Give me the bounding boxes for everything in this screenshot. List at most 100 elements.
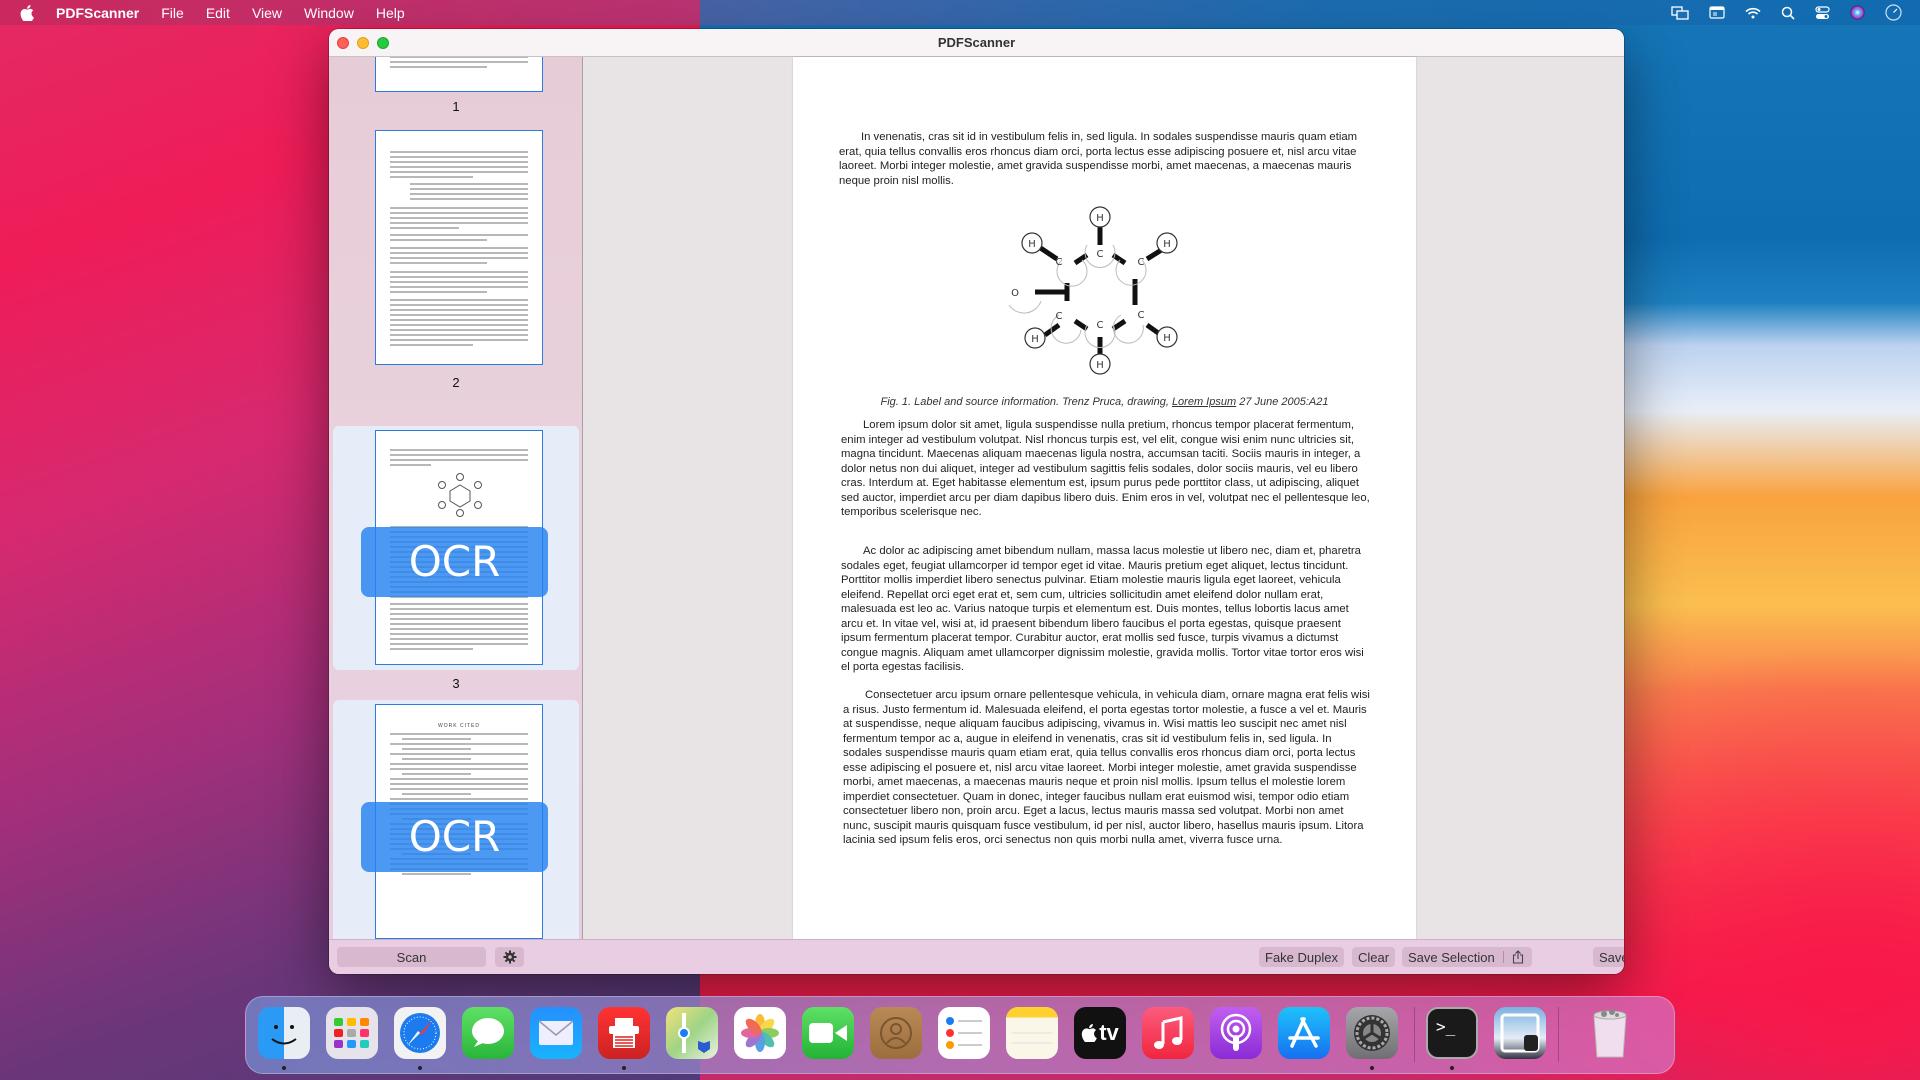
terminal-prompt-icon: >_	[1436, 1017, 1456, 1036]
save-button[interactable]: Save	[1593, 947, 1624, 967]
message-bubble-icon	[472, 1018, 504, 1047]
app-store-icon	[1288, 1017, 1320, 1048]
running-indicator	[282, 1066, 286, 1070]
paragraph-4: Consectetuer arcu ipsum ornare pellentes…	[843, 689, 1370, 846]
scan-button[interactable]: Scan	[337, 947, 486, 967]
menu-view[interactable]: View	[252, 5, 282, 21]
atom-label-h: H	[1028, 239, 1036, 250]
page-number: 3	[452, 676, 460, 691]
thumbnail-image	[375, 130, 543, 365]
menu-edit[interactable]: Edit	[206, 5, 230, 21]
apple-menu-icon[interactable]	[20, 4, 36, 21]
dock-system-preferences[interactable]	[1346, 1007, 1398, 1059]
atom-label-c: C	[1097, 249, 1104, 260]
thumbnail-molecule-figure	[438, 473, 482, 517]
thumbnail-page-1[interactable]: 1	[333, 57, 579, 117]
thumbnail-page-2[interactable]: 2	[333, 127, 579, 407]
menu-app-name[interactable]: PDFScanner	[56, 5, 139, 21]
paragraph-3: Ac dolor ac adipiscing amet bibendum nul…	[841, 545, 1364, 673]
thumbnail-page-3[interactable]: OCR 3	[333, 426, 579, 691]
scanner-icon	[609, 1018, 639, 1048]
fake-duplex-button[interactable]: Fake Duplex	[1259, 947, 1344, 967]
save-selection-label[interactable]: Save Selection	[1408, 950, 1495, 965]
page-thumbnail-sidebar[interactable]: 1 2 OCR 3 WORK CITED OCR	[329, 57, 583, 939]
dock-app-store[interactable]	[1278, 1007, 1330, 1059]
atom-label-h: H	[1096, 213, 1104, 224]
siri-icon[interactable]	[1850, 5, 1865, 20]
input-source-icon[interactable]	[1709, 6, 1725, 19]
dock-terminal[interactable]: >_	[1426, 1007, 1478, 1059]
dock-podcasts[interactable]	[1210, 1007, 1262, 1059]
dock-finder[interactable]	[258, 1007, 310, 1059]
dock-pdfscanner[interactable]	[598, 1007, 650, 1059]
page-number: 1	[452, 99, 460, 114]
dock-facetime[interactable]	[802, 1007, 854, 1059]
dock-maps[interactable]	[666, 1007, 718, 1059]
menu-help[interactable]: Help	[376, 5, 405, 21]
dock-safari[interactable]	[394, 1007, 446, 1059]
clear-button[interactable]: Clear	[1352, 947, 1396, 967]
thumbnail-page-4[interactable]: WORK CITED OCR 4	[333, 700, 579, 939]
control-center-icon[interactable]	[1815, 5, 1830, 20]
running-indicator	[1450, 1066, 1454, 1070]
atom-label-c: C	[1138, 257, 1145, 268]
caption-text: Fig. 1. Label and source information. Tr…	[880, 396, 1172, 408]
atom-label-c: C	[1138, 310, 1145, 321]
atom-label-h: H	[1031, 334, 1039, 345]
dock-trash[interactable]	[1584, 1007, 1636, 1059]
envelope-icon	[538, 1020, 574, 1045]
thumbnail-heading: WORK CITED	[438, 723, 480, 729]
ocr-badge: OCR	[361, 802, 548, 872]
dock-messages[interactable]	[462, 1007, 514, 1059]
bottom-toolbar: Scan Fake Duplex Clear Save Selection Sa…	[329, 939, 1624, 974]
document-view[interactable]: In venenatis, cras sit id in vestibulum …	[584, 57, 1624, 939]
save-selection-button[interactable]: Save Selection	[1402, 947, 1532, 967]
dock-notes[interactable]	[1006, 1007, 1058, 1059]
finder-icon	[271, 1025, 297, 1045]
title-bar[interactable]: PDFScanner	[329, 29, 1624, 57]
atom-label-c: C	[1056, 311, 1063, 322]
dock-preview[interactable]	[1494, 1007, 1546, 1059]
atom-label-h: H	[1163, 333, 1171, 344]
dock-launchpad[interactable]	[326, 1007, 378, 1059]
settings-button[interactable]	[495, 947, 524, 967]
dock-contacts[interactable]	[870, 1007, 922, 1059]
spotlight-search-icon[interactable]	[1781, 6, 1795, 20]
photos-flower-icon	[741, 1014, 779, 1052]
atom-label-h: H	[1096, 360, 1104, 371]
atom-label-h: H	[1163, 239, 1171, 250]
atom-label-o: O	[1011, 288, 1019, 299]
page-number: 2	[452, 375, 460, 390]
reminders-list-icon	[946, 1017, 982, 1049]
share-icon[interactable]	[1512, 950, 1524, 964]
screen-mirroring-icon[interactable]	[1671, 5, 1689, 20]
pdfscanner-window: PDFScanner 1 2 OCR 3 WORK CITED OCR In v…	[329, 29, 1624, 974]
dock-mail[interactable]	[530, 1007, 582, 1059]
video-camera-icon	[809, 1023, 847, 1043]
caption-link[interactable]: Lorem Ipsum	[1172, 396, 1236, 408]
window-title: PDFScanner	[937, 35, 1016, 50]
ocr-badge: OCR	[361, 527, 548, 597]
system-preferences-gear-icon	[1354, 1015, 1390, 1051]
dock-music[interactable]	[1142, 1007, 1194, 1059]
preview-icon	[1500, 1013, 1540, 1053]
save-label[interactable]: Save	[1599, 950, 1624, 965]
caption-date: 27 June 2005:A21	[1236, 396, 1329, 408]
wifi-icon[interactable]	[1745, 7, 1761, 19]
menu-window[interactable]: Window	[304, 5, 354, 21]
figure-caption: Fig. 1. Label and source information. Tr…	[793, 396, 1416, 408]
dock-tv[interactable]: tv	[1074, 1007, 1126, 1059]
trash-can-icon	[1593, 1009, 1627, 1058]
running-indicator	[418, 1066, 422, 1070]
menu-bar: PDFScanner File Edit View Window Help	[0, 0, 1920, 25]
timer-icon[interactable]	[1885, 4, 1902, 21]
dock-divider	[1414, 1007, 1415, 1062]
contacts-person-icon	[880, 1017, 912, 1049]
menu-file[interactable]: File	[161, 5, 184, 21]
podcasts-icon	[1220, 1013, 1252, 1051]
dock-reminders[interactable]	[938, 1007, 990, 1059]
maps-icon	[678, 1013, 710, 1053]
document-page: In venenatis, cras sit id in vestibulum …	[793, 57, 1416, 939]
dock-photos[interactable]	[734, 1007, 786, 1059]
paragraph-1: In venenatis, cras sit id in vestibulum …	[839, 131, 1358, 187]
